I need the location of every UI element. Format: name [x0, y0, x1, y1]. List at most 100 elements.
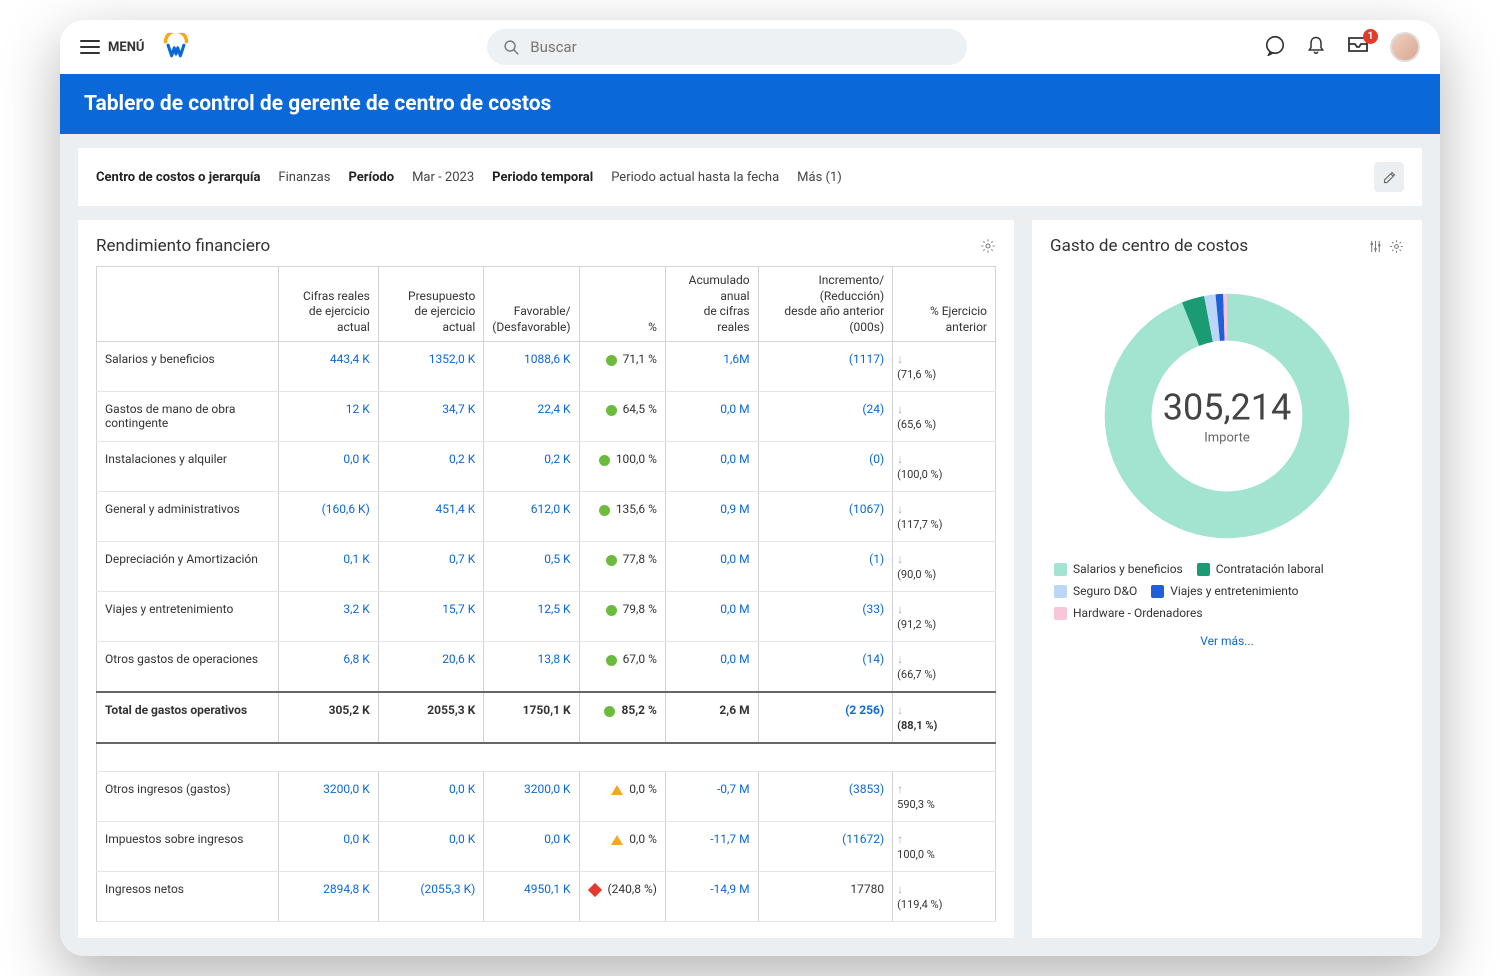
menu-button[interactable]: MENÚ	[80, 40, 144, 55]
row-name[interactable]: Depreciación y Amortización	[97, 542, 279, 592]
cell-ytd[interactable]: 0,0 M	[665, 642, 758, 693]
cell-budget[interactable]: 0,0 K	[378, 771, 484, 821]
row-name[interactable]: Otros ingresos (gastos)	[97, 771, 279, 821]
cell-fav[interactable]: 1750,1 K	[484, 692, 579, 743]
cell-pct: 79,8 %	[579, 592, 665, 642]
row-name[interactable]: Salarios y beneficios	[97, 342, 279, 392]
cell-pct: 71,1 %	[579, 342, 665, 392]
row-name[interactable]: General y administrativos	[97, 492, 279, 542]
cell-fav[interactable]: 0,5 K	[484, 542, 579, 592]
row-name[interactable]: Ingresos netos	[97, 871, 279, 921]
row-name[interactable]: Total de gastos operativos	[97, 692, 279, 743]
cell-inc[interactable]: (2 256)	[758, 692, 893, 743]
legend-item[interactable]: Viajes y entretenimiento	[1151, 584, 1298, 598]
notifications-button[interactable]	[1306, 34, 1326, 60]
param-timeframe-value[interactable]: Periodo actual hasta la fecha	[611, 170, 779, 185]
param-more[interactable]: Más (1)	[797, 170, 842, 185]
cell-fav[interactable]: 22,4 K	[484, 392, 579, 442]
user-avatar[interactable]	[1390, 32, 1420, 62]
cell-actual[interactable]: 2894,8 K	[279, 871, 378, 921]
cell-budget[interactable]: 20,6 K	[378, 642, 484, 693]
row-name[interactable]: Otros gastos de operaciones	[97, 642, 279, 693]
filter-bar: Centro de costos o jerarquía Finanzas Pe…	[78, 148, 1422, 206]
col-header: %	[579, 267, 665, 342]
cell-inc[interactable]: (14)	[758, 642, 893, 693]
inbox-button[interactable]: 1	[1346, 35, 1370, 59]
cell-inc[interactable]: (24)	[758, 392, 893, 442]
cell-inc[interactable]: (1117)	[758, 342, 893, 392]
cell-actual[interactable]: 12 K	[279, 392, 378, 442]
cell-inc[interactable]: (0)	[758, 442, 893, 492]
cell-budget[interactable]: 0,7 K	[378, 542, 484, 592]
row-name[interactable]: Gastos de mano de obra contingente	[97, 392, 279, 442]
col-header: Incremento/ (Reducción)desde año anterio…	[758, 267, 893, 342]
cell-budget[interactable]: 451,4 K	[378, 492, 484, 542]
row-name[interactable]: Instalaciones y alquiler	[97, 442, 279, 492]
gear-icon[interactable]	[980, 238, 996, 254]
cell-inc[interactable]: (1)	[758, 542, 893, 592]
table-row: Salarios y beneficios 443,4 K 1352,0 K 1…	[97, 342, 996, 392]
cell-inc[interactable]: (11672)	[758, 821, 893, 871]
cell-ytd[interactable]: 0,0 M	[665, 392, 758, 442]
cell-ytd[interactable]: -14,9 M	[665, 871, 758, 921]
cell-fav[interactable]: 1088,6 K	[484, 342, 579, 392]
cell-ytd[interactable]: 2,6 M	[665, 692, 758, 743]
sliders-icon[interactable]	[1368, 239, 1383, 254]
cell-fav[interactable]: 0,2 K	[484, 442, 579, 492]
cell-ytd[interactable]: -11,7 M	[665, 821, 758, 871]
cell-budget[interactable]: 0,2 K	[378, 442, 484, 492]
cell-ytd[interactable]: 0,9 M	[665, 492, 758, 542]
param-cc-value[interactable]: Finanzas	[278, 170, 330, 185]
cell-inc[interactable]: (1067)	[758, 492, 893, 542]
cell-fav[interactable]: 612,0 K	[484, 492, 579, 542]
cell-budget[interactable]: 0,0 K	[378, 821, 484, 871]
cell-fav[interactable]: 0,0 K	[484, 821, 579, 871]
cell-actual[interactable]: 0,0 K	[279, 821, 378, 871]
gear-icon[interactable]	[1389, 239, 1404, 254]
bell-icon	[1306, 34, 1326, 56]
cell-budget[interactable]: 2055,3 K	[378, 692, 484, 743]
top-bar: MENÚ 1	[60, 20, 1440, 74]
cell-ytd[interactable]: -0,7 M	[665, 771, 758, 821]
page-title: Tablero de control de gerente de centro …	[60, 74, 1440, 134]
cell-fav[interactable]: 3200,0 K	[484, 771, 579, 821]
param-period-value[interactable]: Mar - 2023	[412, 170, 474, 185]
edit-filters-button[interactable]	[1374, 162, 1404, 192]
cell-budget[interactable]: 34,7 K	[378, 392, 484, 442]
see-more-link[interactable]: Ver más...	[1200, 634, 1254, 648]
table-row: Gastos de mano de obra contingente 12 K …	[97, 392, 996, 442]
cell-fav[interactable]: 4950,1 K	[484, 871, 579, 921]
cell-ytd[interactable]: 0,0 M	[665, 542, 758, 592]
chat-button[interactable]	[1264, 34, 1286, 60]
cell-budget[interactable]: (2055,3 K)	[378, 871, 484, 921]
search-input[interactable]	[530, 38, 951, 56]
cell-fav[interactable]: 12,5 K	[484, 592, 579, 642]
cell-inc[interactable]: (3853)	[758, 771, 893, 821]
row-name[interactable]: Impuestos sobre ingresos	[97, 821, 279, 871]
cell-actual[interactable]: 3200,0 K	[279, 771, 378, 821]
legend-item[interactable]: Contratación laboral	[1197, 562, 1324, 576]
legend-item[interactable]: Salarios y beneficios	[1054, 562, 1183, 576]
cell-actual[interactable]: (160,6 K)	[279, 492, 378, 542]
cell-actual[interactable]: 6,8 K	[279, 642, 378, 693]
cell-fav[interactable]: 13,8 K	[484, 642, 579, 693]
cell-ytd[interactable]: 0,0 M	[665, 442, 758, 492]
cell-actual[interactable]: 305,2 K	[279, 692, 378, 743]
search-box[interactable]	[487, 29, 967, 65]
cell-py: ↓(117,7 %)	[893, 492, 996, 542]
cell-budget[interactable]: 1352,0 K	[378, 342, 484, 392]
cell-budget[interactable]: 15,7 K	[378, 592, 484, 642]
cell-actual[interactable]: 0,0 K	[279, 442, 378, 492]
cell-actual[interactable]: 443,4 K	[279, 342, 378, 392]
legend-item[interactable]: Seguro D&O	[1054, 584, 1137, 598]
cell-inc[interactable]: 17780	[758, 871, 893, 921]
row-name[interactable]: Viajes y entretenimiento	[97, 592, 279, 642]
cell-actual[interactable]: 0,1 K	[279, 542, 378, 592]
cell-ytd[interactable]: 0,0 M	[665, 592, 758, 642]
cell-py: ↓(88,1 %)	[893, 692, 996, 743]
cell-inc[interactable]: (33)	[758, 592, 893, 642]
cell-ytd[interactable]: 1,6M	[665, 342, 758, 392]
legend-label: Contratación laboral	[1216, 562, 1324, 576]
cell-actual[interactable]: 3,2 K	[279, 592, 378, 642]
legend-item[interactable]: Hardware - Ordenadores	[1054, 606, 1203, 620]
